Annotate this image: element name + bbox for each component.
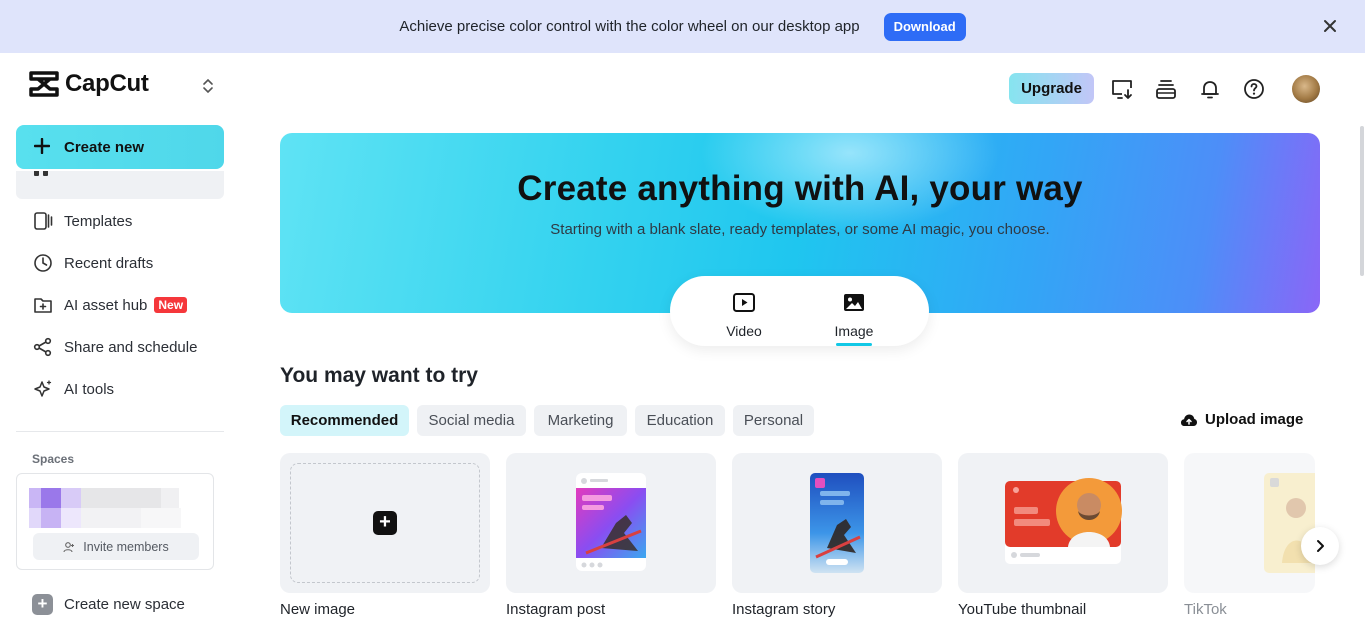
tab-video-label: Video [726,323,762,339]
banner-text: Achieve precise color control with the c… [399,18,860,35]
sidebar-item-home[interactable] [16,171,224,199]
avatar[interactable] [1292,75,1320,103]
plus-icon: + [32,594,53,615]
sidebar-item-label: Recent drafts [64,254,154,272]
sidebar-item-label: Templates [64,212,133,230]
tab-personal[interactable]: Personal [733,405,814,436]
invite-members-button[interactable]: Invite members [33,533,199,560]
upgrade-button[interactable]: Upgrade [1009,73,1094,104]
card-label: Instagram post [506,601,606,618]
image-icon [844,294,864,311]
share-icon [32,336,54,358]
youtube-thumbnail-preview [1005,478,1122,564]
tiktok-thumbnail [1264,473,1315,573]
add-user-icon [63,541,75,552]
sidebar-item-ai-asset-hub[interactable]: AI asset hub New [32,291,222,319]
download-button[interactable]: Download [883,12,966,41]
card-instagram-post[interactable] [506,453,716,593]
close-icon[interactable] [1321,17,1339,35]
clock-icon [32,252,54,274]
spaces-label: Spaces [32,452,75,466]
selected-tab-indicator [836,343,872,346]
promo-banner: Achieve precise color control with the c… [0,0,1365,53]
tab-social-media[interactable]: Social media [417,405,526,436]
asset-hub-icon [32,294,54,316]
create-new-button[interactable]: Create new [16,125,224,169]
plus-icon: + [373,511,397,535]
cloud-upload-icon [1181,414,1197,426]
instagram-story-thumbnail [810,473,864,573]
sidebar: CapCut Create new Templates Recent draft… [0,53,240,642]
hero-subtitle: Starting with a blank slate, ready templ… [550,221,1050,238]
invite-members-label: Invite members [83,539,169,554]
desktop-download-icon[interactable] [1110,77,1134,101]
sidebar-divider [16,431,224,432]
sidebar-item-ai-tools[interactable]: AI tools [32,375,222,403]
card-new-image[interactable]: + [280,453,490,593]
logo-text: CapCut [65,70,149,97]
space-avatar-blurred [29,488,181,528]
layers-icon[interactable] [1154,77,1178,101]
workspace-switcher-icon[interactable] [202,77,214,95]
templates-icon [32,210,54,232]
card-label: Instagram story [732,601,836,618]
capcut-logo[interactable]: CapCut [28,70,149,98]
card-label: YouTube thumbnail [958,601,1087,618]
sidebar-item-recent-drafts[interactable]: Recent drafts [32,249,222,277]
card-tiktok[interactable] [1184,453,1315,593]
tab-image[interactable]: Image [809,292,899,339]
sidebar-item-templates[interactable]: Templates [32,207,222,235]
tab-marketing[interactable]: Marketing [534,405,627,436]
mode-switch: Video Image [670,276,929,346]
scrollbar[interactable] [1360,126,1364,276]
sidebar-item-share-and-schedule[interactable]: Share and schedule [32,333,222,361]
create-new-label: Create new [64,138,145,156]
plus-icon [33,137,52,157]
upload-image-label: Upload image [1205,411,1304,428]
card-label: New image [280,601,356,618]
new-badge: New [154,297,188,313]
tab-recommended[interactable]: Recommended [280,405,409,436]
bell-icon[interactable] [1198,77,1222,101]
card-youtube-thumbnail[interactable] [958,453,1168,593]
card-instagram-story[interactable] [732,453,942,593]
tab-image-label: Image [834,323,874,339]
instagram-post-thumbnail [576,473,646,571]
sidebar-item-label: Share and schedule [64,338,198,356]
tab-video[interactable]: Video [699,292,789,339]
tab-education[interactable]: Education [635,405,725,436]
home-icon [34,171,48,177]
sparkle-icon [32,378,54,400]
card-label: TikTok [1184,601,1227,618]
hero-title: Create anything with AI, your way [517,169,1083,208]
chevron-right-icon[interactable] [1301,527,1339,565]
upload-image-button[interactable]: Upload image [1180,411,1303,428]
create-new-space-label: Create new space [64,596,185,613]
capcut-logo-icon [29,71,59,97]
help-icon[interactable] [1242,77,1266,101]
sidebar-item-label: AI asset hub [64,296,148,314]
space-card[interactable]: Invite members [16,473,214,570]
create-new-space-button[interactable]: + Create new space [32,594,185,615]
video-icon [733,293,755,312]
sidebar-item-label: AI tools [64,380,115,398]
section-title: You may want to try [280,364,478,387]
